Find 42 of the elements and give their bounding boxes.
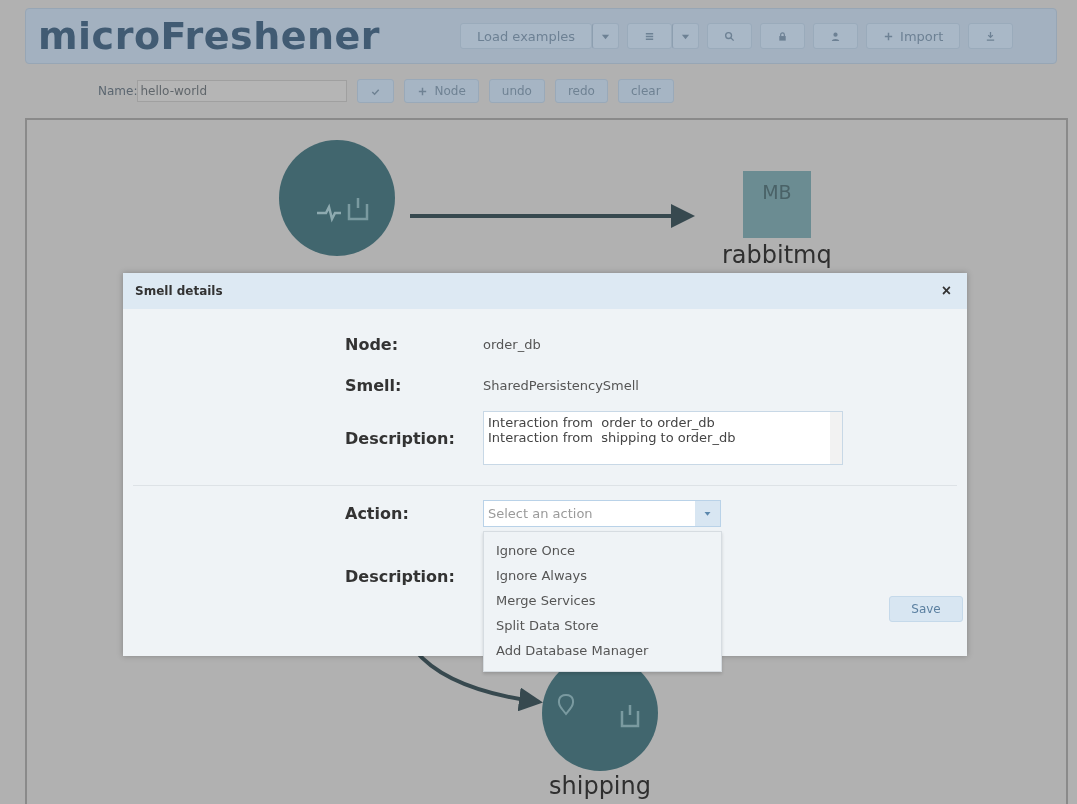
field-label: Node:: [345, 335, 400, 354]
field-label: Description:: [345, 428, 456, 448]
dropdown-option[interactable]: Merge Services: [484, 588, 721, 613]
dropdown-option[interactable]: Add Database Manager: [484, 638, 721, 663]
dropdown-option[interactable]: Split Data Store: [484, 613, 721, 638]
field-label: Description:: [345, 567, 456, 586]
search-icon: [724, 30, 736, 42]
plus-icon: [417, 85, 429, 97]
list-button[interactable]: [627, 23, 673, 49]
description-field[interactable]: Interaction from order to order_db Interaction from shipping to order_db: [483, 411, 843, 465]
scrollbar: [830, 412, 842, 464]
list-icon: [644, 30, 656, 42]
user-button[interactable]: [813, 23, 859, 49]
caret-icon: [703, 509, 712, 518]
field-value: order_db: [483, 337, 542, 352]
app-title: microFreshener: [38, 14, 381, 58]
node-label: rabbitmq: [722, 242, 832, 268]
dialog-title: Smell details: [135, 284, 223, 298]
field-value: SharedPersistencySmell: [483, 378, 640, 393]
confirm-button[interactable]: [357, 79, 395, 103]
name-field[interactable]: hello-world: [137, 80, 348, 102]
save-button[interactable]: Save: [889, 596, 963, 622]
search-button[interactable]: [707, 23, 753, 49]
lock-icon: [777, 30, 789, 42]
node-label: shipping: [549, 773, 651, 799]
download-icon: [985, 30, 997, 42]
close-button[interactable]: ×: [937, 282, 955, 300]
dropdown-option[interactable]: Ignore Once: [484, 538, 721, 563]
plus-icon: [883, 30, 895, 42]
load-examples-button[interactable]: Load examples: [460, 23, 593, 49]
lock-button[interactable]: [760, 23, 806, 49]
user-icon: [830, 30, 842, 42]
field-label: Smell:: [345, 376, 403, 395]
dropdown-option[interactable]: Ignore Always: [484, 563, 721, 588]
dropdown-toggle[interactable]: [592, 23, 620, 49]
dropdown-toggle[interactable]: [672, 23, 700, 49]
service-node[interactable]: [279, 140, 395, 256]
action-select[interactable]: Select an action: [483, 500, 721, 527]
download-button[interactable]: [968, 23, 1014, 49]
field-label: Action:: [345, 504, 410, 523]
name-label: Name:: [98, 84, 138, 98]
import-button[interactable]: Import: [866, 23, 961, 49]
